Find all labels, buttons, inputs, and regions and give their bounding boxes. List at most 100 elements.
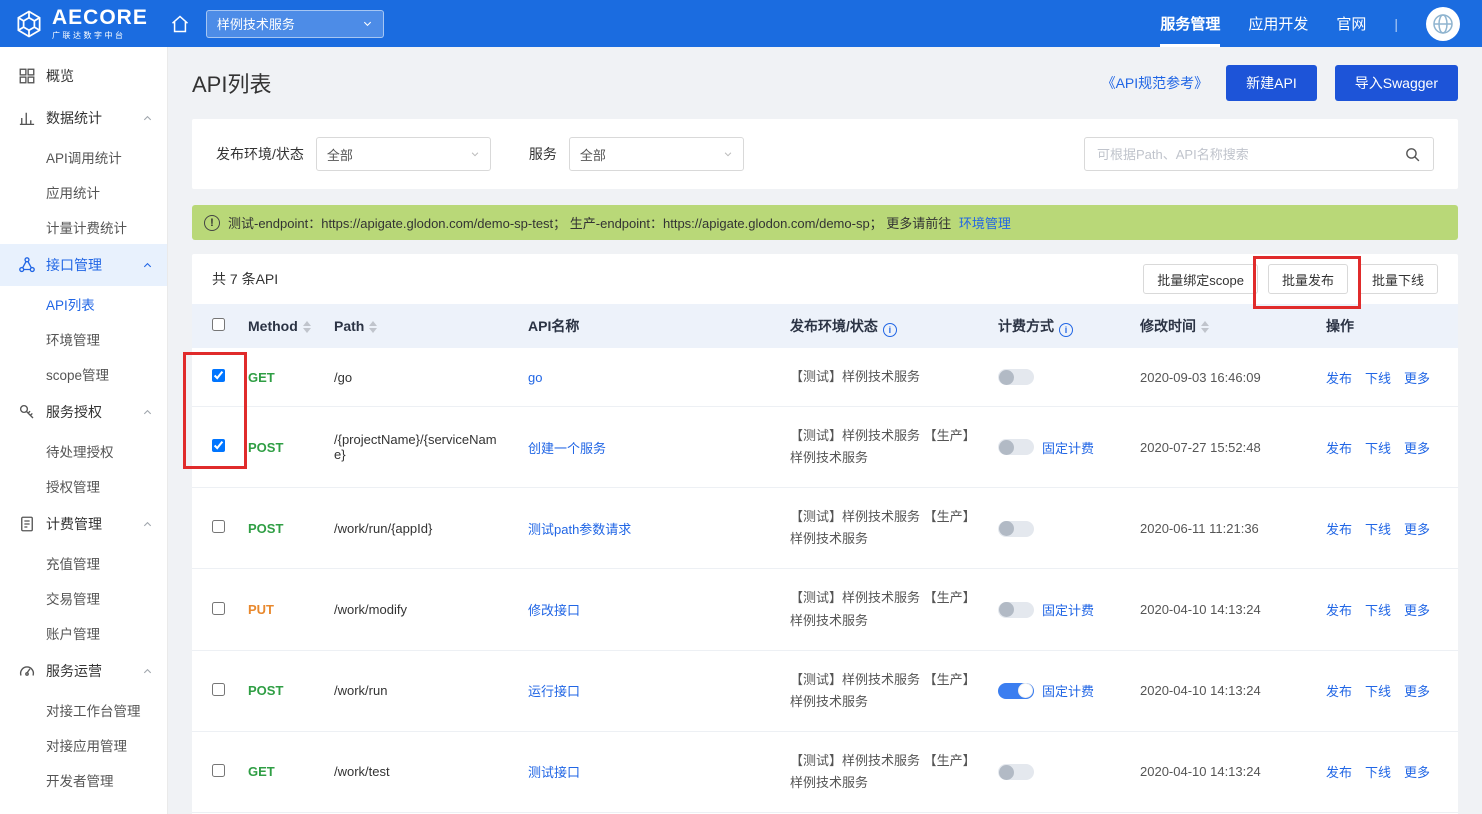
method-badge: POST <box>248 440 283 455</box>
sidebar-item-app-stats[interactable]: 应用统计 <box>0 174 167 209</box>
info-icon[interactable]: i <box>883 323 897 337</box>
bulk-publish-button[interactable]: 批量发布 <box>1268 264 1348 294</box>
table-header-row: Method Path API名称 发布环境/状态i 计费方式i 修改时间 操作 <box>192 304 1458 348</box>
sidebar-item-developer-management[interactable]: 开发者管理 <box>0 762 167 797</box>
service-select[interactable]: 全部 <box>569 137 744 171</box>
more-link[interactable]: 更多 <box>1404 441 1430 456</box>
billing-toggle[interactable] <box>998 439 1034 455</box>
sidebar-item-scope-management[interactable]: scope管理 <box>0 356 167 391</box>
billing-toggle[interactable] <box>998 764 1034 780</box>
bulk-offline-button[interactable]: 批量下线 <box>1358 264 1438 294</box>
publish-link[interactable]: 发布 <box>1326 765 1352 780</box>
more-link[interactable]: 更多 <box>1404 603 1430 618</box>
service-filter-label: 服务 <box>529 144 557 164</box>
row-checkbox[interactable] <box>212 683 225 696</box>
column-path[interactable]: Path <box>334 304 528 348</box>
method-badge: POST <box>248 521 283 536</box>
nav-divider: | <box>1394 16 1398 32</box>
sort-icon[interactable] <box>369 321 377 333</box>
column-method[interactable]: Method <box>248 304 334 348</box>
import-swagger-button[interactable]: 导入Swagger <box>1335 65 1458 101</box>
billing-type-link[interactable]: 固定计费 <box>1042 441 1094 456</box>
more-link[interactable]: 更多 <box>1404 522 1430 537</box>
offline-link[interactable]: 下线 <box>1365 371 1391 386</box>
api-path: /work/test <box>334 731 528 812</box>
sidebar-item-workbench-management[interactable]: 对接工作台管理 <box>0 692 167 727</box>
publish-link[interactable]: 发布 <box>1326 371 1352 386</box>
table-toolbar: 共 7 条API 批量绑定scope 批量发布 批量下线 <box>192 254 1458 304</box>
sidebar-item-metering-billing-stats[interactable]: 计量计费统计 <box>0 209 167 244</box>
api-name-link[interactable]: 创建一个服务 <box>528 441 606 456</box>
sidebar-item-pending-authorization[interactable]: 待处理授权 <box>0 433 167 468</box>
sidebar-group-service-authorization[interactable]: 服务授权 <box>0 391 167 433</box>
sidebar-item-account-management[interactable]: 账户管理 <box>0 615 167 650</box>
api-name-link[interactable]: 测试path参数请求 <box>528 522 631 537</box>
info-icon[interactable]: i <box>1059 323 1073 337</box>
sidebar-group-interface-management[interactable]: 接口管理 <box>0 244 167 286</box>
more-link[interactable]: 更多 <box>1404 371 1430 386</box>
sidebar-item-api-call-stats[interactable]: API调用统计 <box>0 139 167 174</box>
sidebar-group-data-statistics[interactable]: 数据统计 <box>0 97 167 139</box>
billing-toggle[interactable] <box>998 683 1034 699</box>
api-name-link[interactable]: go <box>528 370 542 385</box>
row-checkbox[interactable] <box>212 520 225 533</box>
environment-management-link[interactable]: 环境管理 <box>959 216 1011 231</box>
row-checkbox[interactable] <box>212 439 225 452</box>
table-row: PUT /work/modify 修改接口 【测试】样例技术服务 【生产】样例技… <box>192 569 1458 650</box>
workspace-select[interactable]: 样例技术服务 <box>206 10 384 38</box>
api-name-link[interactable]: 测试接口 <box>528 765 580 780</box>
billing-type-link[interactable]: 固定计费 <box>1042 684 1094 699</box>
document-icon <box>18 515 36 533</box>
endpoint-notice-text: 测试-endpoint：https://apigate.glodon.com/d… <box>228 216 951 231</box>
sort-icon[interactable] <box>303 321 311 333</box>
home-icon[interactable] <box>170 14 190 34</box>
key-icon <box>18 403 36 421</box>
sidebar-group-service-operations[interactable]: 服务运营 <box>0 650 167 692</box>
sidebar-item-transaction-management[interactable]: 交易管理 <box>0 580 167 615</box>
sort-icon[interactable] <box>1201 321 1209 333</box>
nav-item-service-management[interactable]: 服务管理 <box>1160 0 1220 47</box>
row-checkbox[interactable] <box>212 602 225 615</box>
row-checkbox[interactable] <box>212 764 225 777</box>
row-checkbox[interactable] <box>212 369 225 382</box>
offline-link[interactable]: 下线 <box>1365 684 1391 699</box>
offline-link[interactable]: 下线 <box>1365 765 1391 780</box>
env-status-select-value: 全部 <box>327 145 353 164</box>
endpoint-notice-bar: ! 测试-endpoint：https://apigate.glodon.com… <box>192 205 1458 240</box>
more-link[interactable]: 更多 <box>1404 684 1430 699</box>
sidebar-item-api-list[interactable]: API列表 <box>0 286 167 321</box>
column-modified-time[interactable]: 修改时间 <box>1140 304 1326 348</box>
env-status-select[interactable]: 全部 <box>316 137 491 171</box>
api-name-link[interactable]: 修改接口 <box>528 603 580 618</box>
publish-link[interactable]: 发布 <box>1326 441 1352 456</box>
offline-link[interactable]: 下线 <box>1365 522 1391 537</box>
sidebar-item-overview[interactable]: 概览 <box>0 55 167 97</box>
offline-link[interactable]: 下线 <box>1365 441 1391 456</box>
sidebar-item-label: 数据统计 <box>46 108 102 128</box>
nav-item-official-site[interactable]: 官网 <box>1336 0 1366 47</box>
publish-link[interactable]: 发布 <box>1326 603 1352 618</box>
bulk-bind-scope-button[interactable]: 批量绑定scope <box>1143 264 1258 294</box>
billing-toggle[interactable] <box>998 602 1034 618</box>
sidebar-item-authorization-management[interactable]: 授权管理 <box>0 468 167 503</box>
api-spec-reference-link[interactable]: 《API规范参考》 <box>1102 73 1209 93</box>
sidebar-item-recharge-management[interactable]: 充值管理 <box>0 545 167 580</box>
billing-type-link[interactable]: 固定计费 <box>1042 603 1094 618</box>
sidebar-group-billing-management[interactable]: 计费管理 <box>0 503 167 545</box>
search-input[interactable] <box>1097 147 1404 162</box>
publish-link[interactable]: 发布 <box>1326 522 1352 537</box>
api-name-link[interactable]: 运行接口 <box>528 684 580 699</box>
publish-link[interactable]: 发布 <box>1326 684 1352 699</box>
billing-toggle[interactable] <box>998 369 1034 385</box>
select-all-checkbox[interactable] <box>212 318 225 331</box>
sidebar-item-integration-app-management[interactable]: 对接应用管理 <box>0 727 167 762</box>
offline-link[interactable]: 下线 <box>1365 603 1391 618</box>
billing-toggle[interactable] <box>998 521 1034 537</box>
new-api-button[interactable]: 新建API <box>1226 65 1317 101</box>
search-icon[interactable] <box>1404 146 1421 163</box>
avatar[interactable] <box>1426 7 1460 41</box>
nav-item-app-development[interactable]: 应用开发 <box>1248 0 1308 47</box>
more-link[interactable]: 更多 <box>1404 765 1430 780</box>
sidebar-item-environment-management[interactable]: 环境管理 <box>0 321 167 356</box>
gauge-icon <box>18 662 36 680</box>
